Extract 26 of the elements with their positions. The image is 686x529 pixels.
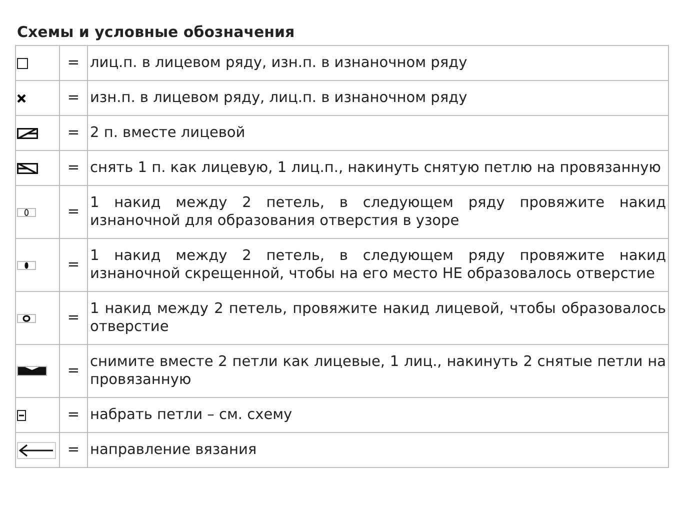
equals-sign: = xyxy=(67,442,80,458)
equals-sign: = xyxy=(67,310,80,326)
equals-sign: = xyxy=(67,160,80,176)
cross-icon xyxy=(17,94,26,102)
legend-description: 2 п. вместе лицевой xyxy=(90,124,246,142)
legend-description: направление вязания xyxy=(90,441,258,459)
legend-description: изн.п. в лицевом ряду, лиц.п. в изнаночном ряду xyxy=(90,89,468,107)
equals-sign: = xyxy=(67,257,80,273)
equals-sign: = xyxy=(67,363,80,379)
minus-box-icon xyxy=(17,410,26,420)
equals-sign: = xyxy=(67,125,80,141)
equals-sign: = xyxy=(67,204,80,220)
legend-description: 1 накид между 2 петель, в следующем ряду провяжите накид изнаночной скрещенной, чтобы на его место НЕ образовалось отверстие xyxy=(90,247,666,283)
empty-square-icon xyxy=(17,58,28,68)
legend-description: лиц.п. в лицевом ряду, изн.п. в изнаночном ряду xyxy=(90,54,468,72)
section-title: Схемы и условные обозначения xyxy=(17,22,295,42)
equals-sign: = xyxy=(67,407,80,423)
legend-description: набрать петли – см. схему xyxy=(90,406,294,424)
legend-description: 1 накид между 2 петель, провяжите накид лицевой, чтобы образовалось отверстие xyxy=(90,300,666,336)
equals-sign: = xyxy=(67,90,80,106)
legend-description: 1 накид между 2 петель, в следующем ряду провяжите накид изнаночной для образования отверстия в узоре xyxy=(90,194,666,230)
equals-sign: = xyxy=(67,55,80,71)
backslash-box-icon xyxy=(17,162,38,174)
legend-description: снимите вместе 2 петли как лицевые, 1 лиц., накинуть 2 снятые петли на провязанную xyxy=(90,353,666,389)
slash-box-icon xyxy=(17,128,38,138)
legend-description: снять 1 п. как лицевую, 1 лиц.п., накинуть снятую петлю на провязанную xyxy=(90,159,662,177)
